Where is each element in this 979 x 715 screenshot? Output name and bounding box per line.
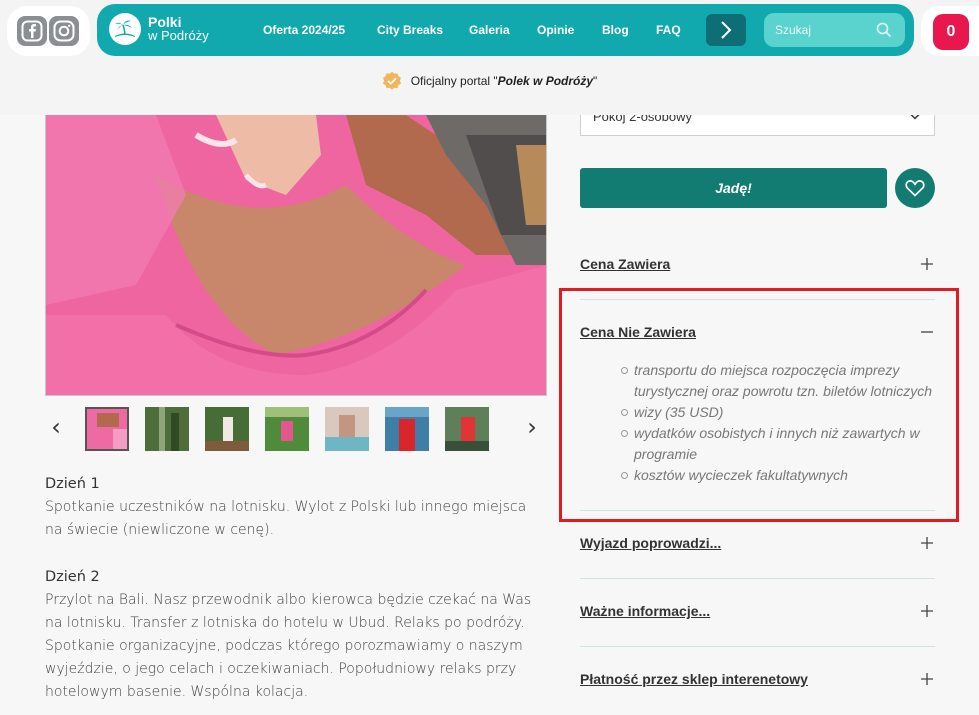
site-header: Polki w Podróży Oferta 2024/25 City Brea… <box>0 0 979 115</box>
main-navbar: Polki w Podróży Oferta 2024/25 City Brea… <box>97 4 914 56</box>
verified-badge-icon <box>382 71 401 90</box>
add-to-favorites-button[interactable] <box>895 168 935 208</box>
official-suffix: " <box>593 74 598 88</box>
search-box <box>764 13 905 47</box>
facebook-icon[interactable] <box>17 16 47 46</box>
search-icon[interactable] <box>876 22 892 38</box>
main-gallery-photo[interactable] <box>45 115 547 396</box>
list-item: transportu do miejsca rozpoczęcia imprez… <box>614 360 944 402</box>
social-links <box>7 6 90 56</box>
official-portal-bar: Oficjalny portal " Polek w Podróży " <box>0 69 979 93</box>
book-trip-button[interactable]: Jadę! <box>580 168 887 208</box>
heart-icon <box>905 180 925 197</box>
nav-link-faq[interactable]: FAQ <box>656 4 681 56</box>
itinerary-day: Dzień 1 Spotkanie uczestników na lotnisk… <box>45 473 540 542</box>
instagram-icon[interactable] <box>49 16 79 46</box>
nav-link-city-breaks[interactable]: City Breaks <box>377 4 443 56</box>
logo-line-2: w Podróży <box>148 28 209 43</box>
gallery-next-button[interactable]: › <box>522 412 542 442</box>
nav-link-opinie[interactable]: Opinie <box>537 4 574 56</box>
gallery-thumbnail[interactable] <box>445 407 489 451</box>
accordion-divider <box>580 510 935 511</box>
plus-icon[interactable] <box>918 255 936 273</box>
gallery-thumbnail[interactable] <box>265 407 309 451</box>
accordion-title-price-excludes[interactable]: Cena Nie Zawiera <box>580 324 696 340</box>
price-excludes-list: transportu do miejsca rozpoczęcia imprez… <box>614 360 944 486</box>
accordion-title-payment[interactable]: Płatność przez sklep interenetowy <box>580 671 808 687</box>
itinerary-day-text: Spotkanie uczestników na lotnisku. Wylot… <box>45 499 527 538</box>
accordion-title-guide[interactable]: Wyjazd poprowadzi... <box>580 535 721 551</box>
plus-icon[interactable] <box>918 534 936 552</box>
itinerary-day-title: Dzień 2 <box>45 569 100 585</box>
gallery-prev-button[interactable]: ‹ <box>46 412 66 442</box>
accordion-title-important-info[interactable]: Ważne informacje... <box>580 603 710 619</box>
official-brand: Polek w Podróży <box>497 74 594 88</box>
accordion-divider <box>580 299 935 300</box>
gallery-thumbnail[interactable] <box>85 407 129 451</box>
official-prefix: Oficjalny portal " <box>410 74 498 88</box>
nav-link-galeria[interactable]: Galeria <box>469 4 510 56</box>
minus-icon[interactable] <box>918 323 936 341</box>
gallery-thumbnail[interactable] <box>385 407 429 451</box>
cart-container: 0 <box>921 6 979 56</box>
chevron-right-icon <box>721 21 732 39</box>
logo-line-1: Polki <box>148 14 182 30</box>
site-logo[interactable]: Polki w Podróży <box>109 13 209 45</box>
palm-island-icon <box>109 13 141 45</box>
list-item: wydatków osobistych i innych niż zawarty… <box>614 423 944 465</box>
plus-icon[interactable] <box>918 670 936 688</box>
plus-icon[interactable] <box>918 602 936 620</box>
itinerary-day-text: Przylot na Bali. Nasz przewodnik albo ki… <box>45 592 532 700</box>
accordion-title-price-includes[interactable]: Cena Zawiera <box>580 256 670 272</box>
gallery-thumbnail[interactable] <box>145 407 189 451</box>
accordion-divider <box>580 646 935 647</box>
itinerary-day: Dzień 2 Przylot na Bali. Nasz przewodnik… <box>45 566 540 704</box>
gallery-thumbnail[interactable] <box>205 407 249 451</box>
cart-count-button[interactable]: 0 <box>933 14 969 50</box>
gallery-thumbnail[interactable] <box>325 407 369 451</box>
nav-link-blog[interactable]: Blog <box>602 4 629 56</box>
nav-link-oferta[interactable]: Oferta 2024/25 <box>263 4 345 56</box>
itinerary-day-title: Dzień 1 <box>45 476 100 492</box>
list-item: kosztów wycieczek fakultatywnych <box>614 465 944 486</box>
accordion-divider <box>580 578 935 579</box>
nav-scroll-right-button[interactable] <box>706 14 746 46</box>
list-item: wizy (35 USD) <box>614 402 944 423</box>
